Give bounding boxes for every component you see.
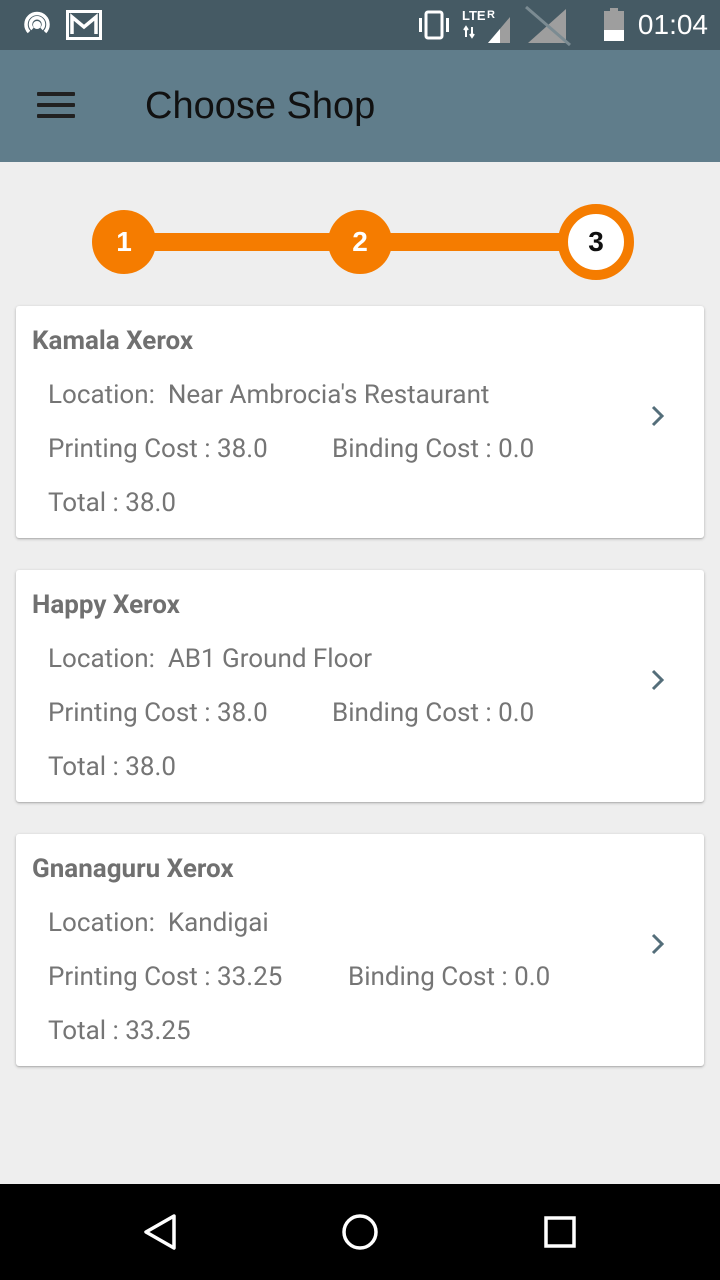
location-row: Location: AB1 Ground Floor (48, 644, 372, 674)
shop-name: Kamala Xerox (32, 326, 194, 356)
page-title: Choose Shop (145, 84, 376, 127)
printing-cost-value: 33.25 (217, 962, 283, 992)
binding-cost-value: 0.0 (514, 962, 551, 992)
step-3-current[interactable]: 3 (558, 204, 634, 280)
location-label: Location: (48, 644, 155, 674)
binding-cost-label: Binding Cost : (332, 434, 492, 464)
total-row: Total : 38.0 (48, 488, 176, 518)
total-row: Total : 33.25 (48, 1016, 191, 1046)
vibrate-icon (416, 0, 452, 50)
chevron-right-icon[interactable] (648, 668, 668, 692)
chevron-right-icon[interactable] (648, 932, 668, 956)
back-icon[interactable] (130, 1204, 190, 1260)
status-bar: LTE R 01:04 (0, 0, 720, 50)
home-icon[interactable] (330, 1204, 390, 1260)
location-label: Location: (48, 908, 155, 938)
hotspot-icon (20, 0, 54, 50)
printing-cost-row: Printing Cost : 38.0 (48, 434, 268, 464)
printing-cost-value: 38.0 (217, 434, 268, 464)
printing-cost-row: Printing Cost : 38.0 (48, 698, 268, 728)
gmail-icon (66, 0, 102, 50)
chevron-right-icon[interactable] (648, 404, 668, 428)
printing-cost-value: 38.0 (217, 698, 268, 728)
no-sim-signal-icon (522, 0, 574, 50)
shop-name: Happy Xerox (32, 590, 180, 620)
total-label: Total : (48, 1016, 119, 1046)
progress-stepper: 1 2 3 (0, 200, 720, 290)
shop-card[interactable]: Kamala Xerox Location: Near Ambrocia's R… (16, 306, 704, 538)
total-value: 38.0 (125, 488, 176, 518)
binding-cost-value: 0.0 (498, 698, 535, 728)
recents-icon[interactable] (530, 1204, 590, 1260)
binding-cost-row: Binding Cost : 0.0 (348, 962, 550, 992)
battery-icon (603, 0, 625, 50)
binding-cost-row: Binding Cost : 0.0 (332, 434, 534, 464)
printing-cost-label: Printing Cost : (48, 962, 211, 992)
location-label: Location: (48, 380, 155, 410)
printing-cost-label: Printing Cost : (48, 698, 211, 728)
shop-card[interactable]: Happy Xerox Location: AB1 Ground Floor P… (16, 570, 704, 802)
app-bar: Choose Shop (0, 50, 720, 162)
total-label: Total : (48, 752, 119, 782)
hamburger-menu-icon[interactable] (30, 84, 80, 128)
printing-cost-label: Printing Cost : (48, 434, 211, 464)
status-time: 01:04 (637, 9, 708, 40)
location-value: AB1 Ground Floor (167, 644, 373, 674)
location-value: Near Ambrocia's Restaurant (167, 380, 490, 410)
navigation-bar (0, 1184, 720, 1280)
total-label: Total : (48, 488, 119, 518)
shop-card[interactable]: Gnanaguru Xerox Location: Kandigai Print… (16, 834, 704, 1066)
binding-cost-value: 0.0 (498, 434, 535, 464)
binding-cost-label: Binding Cost : (332, 698, 492, 728)
printing-cost-row: Printing Cost : 33.25 (48, 962, 282, 992)
total-value: 33.25 (125, 1016, 191, 1046)
location-row: Location: Kandigai (48, 908, 269, 938)
step-1[interactable]: 1 (92, 210, 156, 274)
location-row: Location: Near Ambrocia's Restaurant (48, 380, 489, 410)
lte-signal-icon: LTE R (460, 0, 516, 50)
total-value: 38.0 (125, 752, 176, 782)
binding-cost-label: Binding Cost : (348, 962, 508, 992)
total-row: Total : 38.0 (48, 752, 176, 782)
step-2[interactable]: 2 (328, 210, 392, 274)
binding-cost-row: Binding Cost : 0.0 (332, 698, 534, 728)
shop-name: Gnanaguru Xerox (32, 854, 234, 884)
location-value: Kandigai (167, 908, 269, 938)
